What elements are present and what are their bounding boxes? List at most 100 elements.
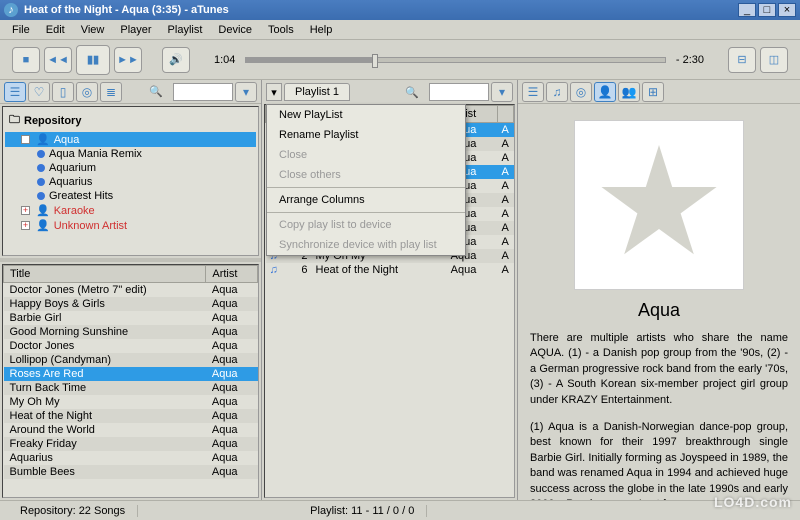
playlist-dropdown[interactable]: ▾ [266,83,282,101]
layout-button-1[interactable]: ⊟ [728,47,756,73]
artist-icon: 👤 [36,219,50,232]
pause-button[interactable]: ▮▮ [76,45,110,75]
artist-icon: 👤 [36,133,50,146]
playlist-context-menu: New PlayListRename PlaylistCloseClose ot… [266,104,466,256]
artist-image [574,120,744,290]
menu-help[interactable]: Help [302,22,341,38]
nav-podcast-icon[interactable]: ≣ [100,82,122,102]
context-menu-item: Close [267,145,465,165]
center-panel: ▾ Playlist 1 🔍 ▾ New PlayListRename Play… [262,80,518,500]
window-title: Heat of the Night - Aqua (3:35) - aTunes [24,4,736,16]
artist-bio-p2: (1) Aqua is a Danish-Norwegian dance-pop… [530,420,788,500]
table-row[interactable]: Doctor Jones (Metro 7" edit)Aqua [4,283,258,298]
left-panel: ☰ ♡ ▯ ◎ ≣ 🔍 ▾ 🗀Repository −👤Aqua Aqua Ma… [0,80,262,500]
info-disc-icon[interactable]: ◎ [570,82,592,102]
time-remaining: - 2:30 [676,54,704,66]
star-placeholder-icon [599,145,719,265]
menu-tools[interactable]: Tools [260,22,302,38]
prev-button[interactable]: ◄◄ [44,47,72,73]
artist-icon: 👤 [36,204,50,217]
close-button[interactable]: × [778,3,796,17]
expand-icon[interactable]: + [21,206,30,215]
tree-node-album[interactable]: Aquarius [5,175,256,189]
tree-header: 🗀Repository [5,109,256,132]
menubar: File Edit View Player Playlist Device To… [0,20,800,40]
table-row[interactable]: My Oh MyAqua [4,395,258,409]
menu-device[interactable]: Device [210,22,260,38]
info-artist-icon[interactable]: 👤 [594,82,616,102]
table-row[interactable]: Barbie GirlAqua [4,311,258,325]
col-a[interactable] [498,106,514,123]
artist-info-panel: Aqua There are multiple artists who shar… [518,104,800,500]
playlist-tabs: ▾ Playlist 1 🔍 ▾ [262,80,517,104]
playlist-row[interactable]: ♫6Heat of the NightAquaA [266,263,514,277]
nav-device-icon[interactable]: ▯ [52,82,74,102]
horizontal-splitter[interactable] [0,258,261,262]
table-row[interactable]: Bumble BeesAqua [4,465,258,479]
album-icon [37,178,45,186]
filter-button[interactable]: ▾ [235,82,257,102]
tree-node-album[interactable]: Greatest Hits [5,189,256,203]
tree-node-aqua[interactable]: −👤Aqua [5,132,256,147]
table-row[interactable]: Turn Back TimeAqua [4,381,258,395]
collapse-icon[interactable]: − [21,135,30,144]
album-icon [37,164,45,172]
player-controls: ■ ◄◄ ▮▮ ►► 🔊 1:04 - 2:30 ⊟ ◫ [0,40,800,80]
table-row[interactable]: Roses Are RedAqua [4,367,258,381]
playlist-search-input[interactable] [429,83,489,101]
col-title[interactable]: Title [4,266,206,283]
status-repository: Repository: 22 Songs [8,505,138,517]
nav-radio-icon[interactable]: ◎ [76,82,98,102]
statusbar: Repository: 22 Songs Playlist: 11 - 11 /… [0,500,800,520]
repository-tree[interactable]: 🗀Repository −👤Aqua Aqua Mania Remix Aqua… [2,106,259,256]
nav-favorites-icon[interactable]: ♡ [28,82,50,102]
layout-button-2[interactable]: ◫ [760,47,788,73]
expand-icon[interactable]: + [21,221,30,230]
stop-button[interactable]: ■ [12,47,40,73]
menu-view[interactable]: View [73,22,113,38]
table-row[interactable]: Doctor JonesAqua [4,339,258,353]
context-menu-item: Synchronize device with play list [267,235,465,255]
volume-button[interactable]: 🔊 [162,47,190,73]
playlist-filter-button[interactable]: ▾ [491,82,513,102]
playlist-tab[interactable]: Playlist 1 [284,83,350,101]
menu-player[interactable]: Player [112,22,159,38]
menu-edit[interactable]: Edit [38,22,73,38]
status-playlist: Playlist: 11 - 11 / 0 / 0 [298,505,427,517]
context-menu-item[interactable]: Arrange Columns [267,190,465,210]
left-search-input[interactable] [173,83,233,101]
info-similar-icon[interactable]: 👥 [618,82,640,102]
info-audio-icon[interactable]: ♫ [546,82,568,102]
left-toolbar: ☰ ♡ ▯ ◎ ≣ 🔍 ▾ [0,80,261,104]
table-row[interactable]: Good Morning SunshineAqua [4,325,258,339]
table-row[interactable]: Lollipop (Candyman)Aqua [4,353,258,367]
tree-node-karaoke[interactable]: +👤Karaoke [5,203,256,218]
search-icon: 🔍 [405,86,419,99]
next-button[interactable]: ►► [114,47,142,73]
progress-bar[interactable] [245,57,665,63]
table-row[interactable]: AquariusAqua [4,451,258,465]
tree-node-album[interactable]: Aqua Mania Remix [5,147,256,161]
table-row[interactable]: Freaky FridayAqua [4,437,258,451]
table-row[interactable]: Heat of the NightAqua [4,409,258,423]
right-panel: ☰ ♫ ◎ 👤 👥 ⊞ Aqua There are multiple arti… [518,80,800,500]
col-artist[interactable]: Artist [206,266,258,283]
minimize-button[interactable]: _ [738,3,756,17]
tree-node-unknown[interactable]: +👤Unknown Artist [5,218,256,233]
nav-repository-icon[interactable]: ☰ [4,82,26,102]
info-add-icon[interactable]: ⊞ [642,82,664,102]
maximize-button[interactable]: □ [758,3,776,17]
context-menu-item[interactable]: New PlayList [267,105,465,125]
context-menu-item[interactable]: Rename Playlist [267,125,465,145]
table-row[interactable]: Around the WorldAqua [4,423,258,437]
table-row[interactable]: Happy Boys & GirlsAqua [4,297,258,311]
tree-node-album[interactable]: Aquarium [5,161,256,175]
menu-playlist[interactable]: Playlist [160,22,211,38]
artist-name: Aqua [530,300,788,321]
context-menu-item: Close others [267,165,465,185]
search-icon: 🔍 [149,85,163,98]
menu-file[interactable]: File [4,22,38,38]
info-list-icon[interactable]: ☰ [522,82,544,102]
songs-table[interactable]: Title Artist Doctor Jones (Metro 7" edit… [2,264,259,498]
right-toolbar: ☰ ♫ ◎ 👤 👥 ⊞ [518,80,800,104]
